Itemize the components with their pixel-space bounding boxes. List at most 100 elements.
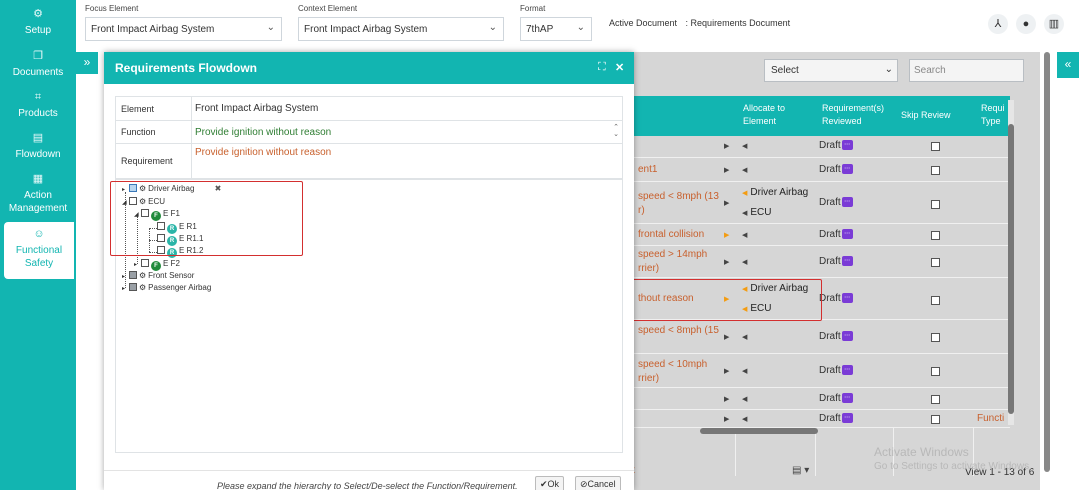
chart-icon[interactable]: ▥ — [1044, 14, 1064, 34]
table-header: Allocate to Element Requirement(s) Revie… — [630, 96, 1010, 136]
sidebar-item-setup[interactable]: ⚙ Setup — [0, 8, 76, 37]
sidebar-item-documents[interactable]: ❐ Documents — [0, 50, 76, 79]
function-row[interactable]: Function Provide ignition without reason… — [116, 121, 622, 144]
filter-icon[interactable]: ⅄ — [988, 14, 1008, 34]
status-text: Draft — [819, 256, 841, 267]
page-scrollbar[interactable] — [1044, 52, 1050, 472]
skip-review-checkbox[interactable] — [931, 166, 940, 175]
collapse-right-button[interactable]: « — [1057, 52, 1079, 78]
gear-icon: ⚙ — [33, 8, 43, 20]
status-text: Draft — [819, 365, 841, 376]
watermark-title: Activate Windows — [874, 445, 969, 459]
skip-review-checkbox[interactable] — [931, 231, 940, 240]
status-text: Draft — [819, 229, 841, 240]
comment-icon[interactable]: ⋯ — [841, 331, 853, 341]
footer-message: Please expand the hierarchy to Select/De… — [217, 481, 518, 490]
active-document: Active Document : Requirements Document — [609, 18, 790, 28]
drop-icon[interactable]: ● — [1016, 14, 1036, 34]
format-select[interactable]: 7thAP ⌄ — [520, 17, 592, 41]
skip-review-checkbox[interactable] — [931, 200, 940, 209]
node-checkbox[interactable] — [141, 259, 149, 267]
skip-review-checkbox[interactable] — [931, 296, 940, 305]
status-text: Draft — [819, 293, 841, 304]
comment-icon[interactable]: ⋯ — [841, 256, 853, 266]
filter-select-value: Select — [771, 65, 799, 76]
top-toolbar: Focus Element Front Impact Airbag System… — [76, 0, 1081, 46]
allocated-element: ◀ ECU — [742, 207, 772, 218]
element-label: Element — [121, 104, 155, 114]
node-checkbox[interactable] — [129, 283, 137, 291]
table-row[interactable]: speed > 14mph rrier) ▶ ◀ Draft ⋯ — [630, 246, 1010, 278]
sidebar-item-label: Action Management — [8, 190, 68, 214]
comment-icon[interactable]: ⋯ — [841, 393, 853, 403]
header-allocate: Allocate to Element — [743, 103, 786, 126]
check-icon: ✔ — [540, 479, 548, 489]
status-text: Draft — [819, 331, 841, 342]
sidebar-item-action-management[interactable]: ▦ Action Management — [0, 173, 76, 215]
active-document-value: : Requirements Document — [685, 18, 791, 28]
tree-node-passenger-airbag[interactable]: ▸ ⚙ Passenger Airbag — [122, 282, 211, 293]
dialog-title: Requirements Flowdown — [115, 61, 258, 75]
export-icon[interactable]: ▤ ▾ — [792, 465, 809, 476]
requirement-text: speed < 8mph (13 r) — [638, 191, 719, 216]
element-row: Element Front Impact Airbag System — [116, 97, 622, 121]
comment-icon[interactable]: ⋯ — [841, 293, 853, 303]
active-document-label: Active Document — [609, 18, 678, 28]
table-row[interactable]: ▶ ◀ Draft ⋯ — [630, 388, 1010, 410]
table-row[interactable]: ▶ ◀ Draft ⋯ — [630, 136, 1010, 158]
horizontal-scrollbar-thumb[interactable] — [700, 428, 818, 434]
table-row[interactable]: speed < 8mph (13 r) ▶ ◀ Driver Airbag ◀ EC… — [630, 182, 1010, 224]
expand-icon[interactable]: ▸ — [122, 284, 129, 295]
requirements-flowdown-dialog: Requirements Flowdown ⛶ ✕ Element Front … — [104, 52, 634, 490]
function-spinner-icon[interactable]: ⌃ ⌄ — [613, 124, 619, 138]
header-skip-review: Skip Review — [901, 110, 951, 120]
cancel-button[interactable]: ⊘Cancel — [575, 476, 621, 490]
dialog-footer: Please expand the hierarchy to Select/De… — [104, 470, 634, 490]
sidebar-item-label: Flowdown — [15, 149, 61, 160]
table-row[interactable]: ▶ ◀ Draft ⋯ Functi — [630, 410, 1010, 428]
skip-review-checkbox[interactable] — [931, 258, 940, 267]
table-row[interactable]: frontal collision ▶ ◀ Draft ⋯ — [630, 224, 1010, 246]
comment-icon[interactable]: ⋯ — [841, 365, 853, 375]
comment-icon[interactable]: ⋯ — [841, 229, 853, 239]
ok-button[interactable]: ✔Ok — [535, 476, 565, 490]
table-row[interactable]: speed < 10mph rrier) ▶ ◀ Draft ⋯ — [630, 354, 1010, 388]
sidebar-item-products[interactable]: ⌗ Products — [0, 91, 76, 120]
tree-node-ef2[interactable]: ▸ F E F2 — [134, 258, 180, 271]
table-row[interactable]: speed < 8mph (15 ▶ ◀ Draft ⋯ — [630, 320, 1010, 354]
documents-icon: ❐ — [33, 50, 43, 62]
comment-icon[interactable]: ⋯ — [841, 413, 853, 423]
sidebar-item-flowdown[interactable]: ▤ Flowdown — [0, 132, 76, 161]
context-element-value: Front Impact Airbag System — [304, 24, 428, 35]
comment-icon[interactable]: ⋯ — [841, 140, 853, 150]
node-label: Passenger Airbag — [148, 283, 212, 292]
filter-select[interactable]: Select ⌄ — [764, 59, 898, 82]
sidebar-item-functional-safety[interactable]: ☺ Functional Safety — [4, 222, 74, 279]
requirement-text: speed > 14mph rrier) — [638, 249, 708, 274]
skip-review-checkbox[interactable] — [931, 395, 940, 404]
skip-review-checkbox[interactable] — [931, 415, 940, 424]
requirement-text: frontal collision — [638, 229, 705, 240]
table-row[interactable]: ent1 ▶ ◀ Draft ⋯ — [630, 158, 1010, 182]
safety-icon: ☺ — [33, 228, 45, 240]
search-input[interactable]: Search — [909, 59, 1024, 82]
focus-element-value: Front Impact Airbag System — [91, 24, 215, 35]
skip-review-checkbox[interactable] — [931, 142, 940, 151]
tree-node-front-sensor[interactable]: ▸ ⚙ Front Sensor — [122, 270, 194, 281]
context-element-label: Context Element — [298, 4, 358, 13]
maximize-icon[interactable]: ⛶ — [598, 61, 606, 74]
sidebar-item-label: Products — [18, 108, 58, 119]
focus-element-select[interactable]: Front Impact Airbag System ⌄ — [85, 17, 282, 41]
comment-icon[interactable]: ⋯ — [841, 197, 853, 207]
skip-review-checkbox[interactable] — [931, 333, 940, 342]
node-checkbox[interactable] — [129, 271, 137, 279]
expand-left-button[interactable]: » — [76, 52, 98, 74]
skip-review-checkbox[interactable] — [931, 367, 940, 376]
context-element-select[interactable]: Front Impact Airbag System ⌄ — [298, 17, 504, 41]
comment-icon[interactable]: ⋯ — [841, 164, 853, 174]
close-icon[interactable]: ✕ — [615, 61, 624, 74]
watermark-subtitle: Go to Settings to activate Windows. — [874, 461, 1032, 472]
status-text: Draft — [819, 413, 841, 424]
status-text: Draft — [819, 140, 841, 151]
vertical-scrollbar-thumb[interactable] — [1008, 124, 1014, 414]
